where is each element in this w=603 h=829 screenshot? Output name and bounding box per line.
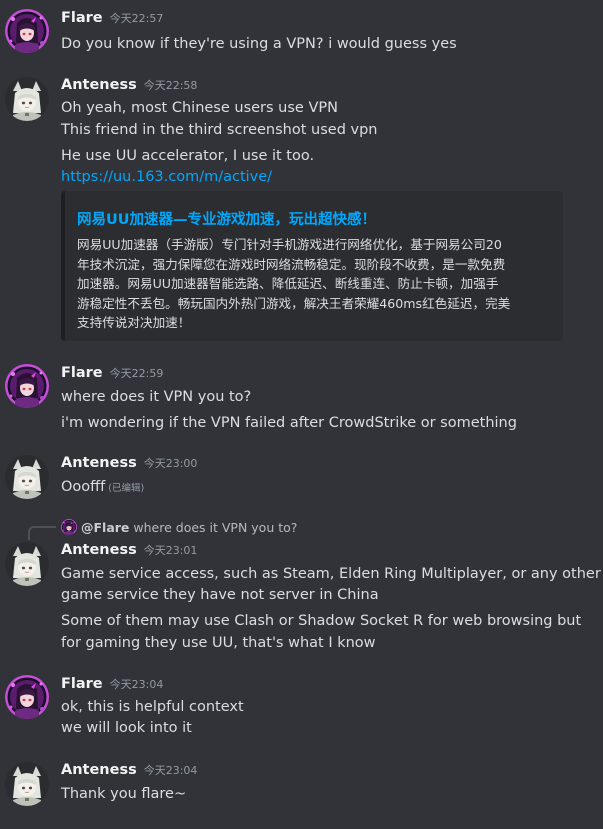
message-header: Anteness 今天23:04 (61, 762, 197, 782)
edited-marker: (已编辑) (108, 483, 145, 494)
message-text: for gaming they use UU, that's what I kn… (61, 635, 376, 651)
timestamp[interactable]: 今天23:04 (110, 676, 164, 692)
username[interactable]: Anteness (61, 455, 137, 471)
message-text: game service they have not server in Chi… (61, 587, 379, 603)
embed-title[interactable]: 网易UU加速器—专业游戏加速，玩出超快感！ (77, 208, 376, 229)
message-text: Ooofff (已编辑) (61, 477, 144, 499)
message-text: Oh yeah, most Chinese users use VPN (61, 100, 338, 116)
username[interactable]: Anteness (61, 542, 137, 558)
message-header: Flare 今天22:57 (61, 10, 163, 30)
embed-description-line: 加速器。网易UU加速器智能选路、降低延迟、断线重连、防止卡顿，加强手 (77, 276, 499, 291)
timestamp[interactable]: 今天23:00 (144, 455, 198, 471)
message-text: Thank you flare~ (61, 786, 187, 802)
message-header: Flare 今天22:59 (61, 365, 163, 385)
message-text: Do you know if they're using a VPN? i wo… (61, 36, 457, 52)
message-text: Some of them may use Clash or Shadow Soc… (61, 613, 582, 629)
flare-avatar[interactable] (5, 364, 49, 408)
timestamp[interactable]: 今天23:01 (144, 542, 198, 558)
username[interactable]: Anteness (61, 77, 137, 93)
anteness-avatar[interactable] (5, 762, 49, 806)
reply-author[interactable]: @Flare (81, 520, 129, 535)
message-header: Anteness 今天22:58 (61, 77, 197, 97)
reply-spine (28, 526, 56, 540)
message-header: Flare 今天23:04 (61, 676, 163, 696)
reply-reference[interactable]: @Flare where does it VPN you to? (61, 517, 297, 537)
flare-avatar[interactable] (5, 9, 49, 53)
timestamp[interactable]: 今天22:57 (110, 10, 164, 26)
timestamp[interactable]: 今天22:59 (110, 365, 164, 381)
embed-description-line: 支持传说对决加速！ (77, 315, 191, 330)
flare-avatar[interactable] (5, 675, 49, 719)
message-text: i'm wondering if the VPN failed after Cr… (61, 415, 517, 431)
username[interactable]: Flare (61, 365, 103, 381)
message-link[interactable]: https://uu.163.com/m/active/ (61, 167, 272, 187)
anteness-avatar[interactable] (5, 542, 49, 586)
timestamp[interactable]: 今天23:04 (144, 762, 198, 778)
embed-description: 网易UU加速器（手游版）专门针对手机游戏进行网络优化，基于网易公司20 年技术沉… (77, 235, 555, 333)
message-text: He use UU accelerator, I use it too. (61, 148, 315, 164)
username[interactable]: Flare (61, 676, 103, 692)
message-header: Anteness 今天23:00 (61, 455, 197, 475)
flare-mini-avatar (61, 519, 77, 535)
embed-description-line: 游稳定性不丢包。畅玩国内外热门游戏，解决王者荣耀460ms红色延迟，完美 (77, 295, 511, 311)
message-text: This friend in the third screenshot used… (61, 122, 378, 138)
message-text: ok, this is helpful context (61, 699, 244, 715)
link-embed: 网易UU加速器—专业游戏加速，玩出超快感！ 网易UU加速器（手游版）专门针对手机… (61, 191, 563, 341)
anteness-avatar[interactable] (5, 77, 49, 121)
username[interactable]: Anteness (61, 762, 137, 778)
message-text: where does it VPN you to? (61, 389, 252, 405)
message-text: we will look into it (61, 720, 192, 736)
username[interactable]: Flare (61, 10, 103, 26)
timestamp[interactable]: 今天22:58 (144, 77, 198, 93)
message-text-content: Ooofff (61, 479, 106, 495)
message-text: Game service access, such as Steam, Elde… (61, 566, 601, 582)
anteness-avatar[interactable] (5, 455, 49, 499)
embed-description-line: 网易UU加速器（手游版）专门针对手机游戏进行网络优化，基于网易公司20 (77, 237, 502, 252)
reply-text: where does it VPN you to? (133, 519, 298, 535)
message-header: Anteness 今天23:01 (61, 542, 197, 562)
embed-description-line: 年技术沉淀，强力保障您在游戏时网络流畅稳定。现阶段不收费，是一款免费 (77, 256, 506, 272)
